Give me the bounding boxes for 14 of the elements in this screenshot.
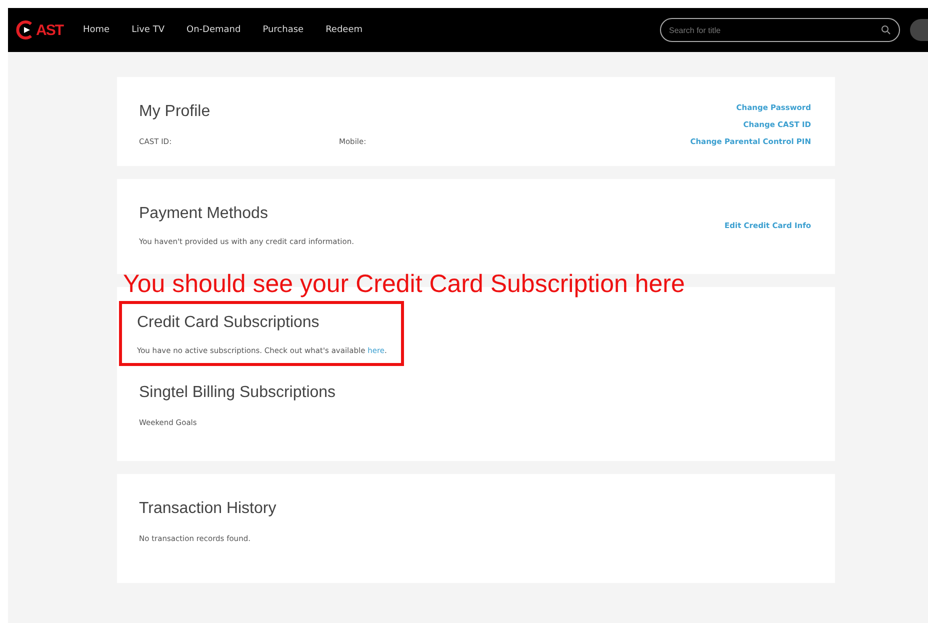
nav-link[interactable]: Live TV: [132, 25, 164, 35]
section-title: Transaction History: [139, 500, 278, 518]
search-icon[interactable]: [881, 25, 891, 35]
nav-link[interactable]: On-Demand: [186, 25, 241, 35]
section-title: Payment Methods: [139, 205, 269, 223]
nav-link[interactable]: Redeem: [326, 25, 363, 35]
section-title: My Profile: [139, 103, 212, 121]
nav-link[interactable]: Purchase: [262, 25, 304, 35]
search-field[interactable]: Search for title: [660, 18, 900, 42]
nav-link[interactable]: Home: [83, 25, 110, 35]
section-title: Credit Card Subscriptions: [137, 314, 320, 332]
annotation-text: You should see your Credit Card Subscription here: [123, 270, 685, 299]
logo-text: AST: [36, 22, 63, 38]
section-title: Singtel Billing Subscriptions: [139, 384, 337, 402]
